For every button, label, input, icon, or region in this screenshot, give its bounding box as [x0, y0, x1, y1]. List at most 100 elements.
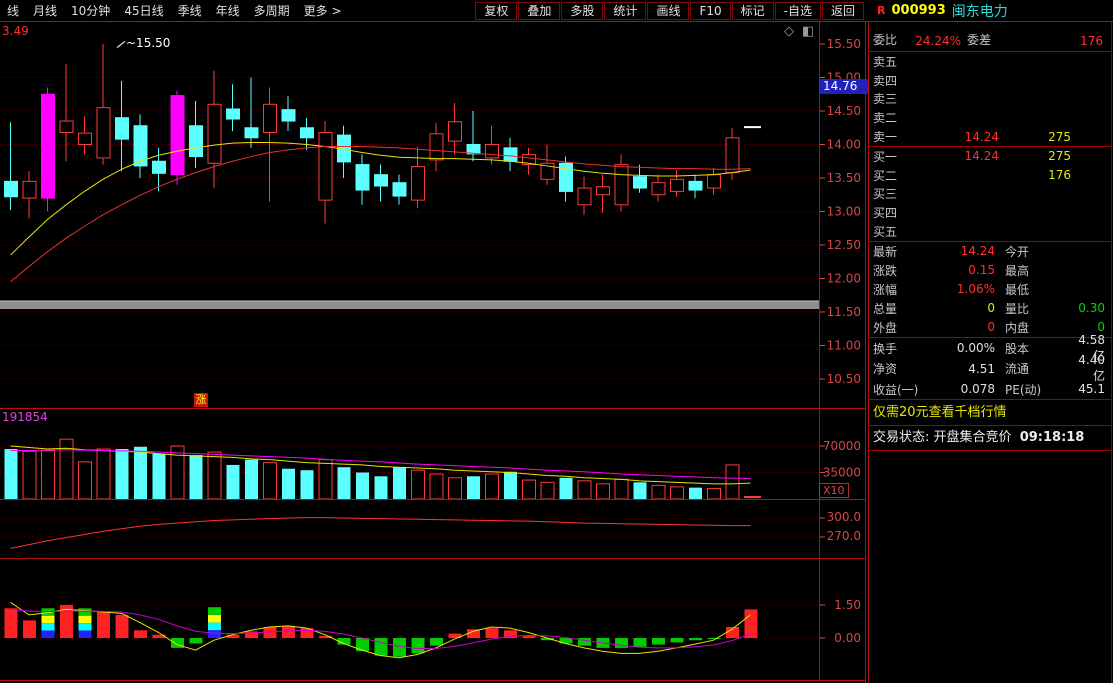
- menu-item[interactable]: 多周期: [247, 4, 297, 18]
- volume-bar: [449, 478, 462, 499]
- stat-value: 0.15: [917, 263, 995, 277]
- macd-bar: [190, 638, 203, 644]
- volume-bar: [134, 447, 147, 499]
- macd-bar-rainbow: [208, 607, 221, 615]
- pane-split-icon[interactable]: ◧: [802, 25, 814, 38]
- volume-bar: [689, 488, 702, 499]
- axis-label: 12.50: [827, 238, 861, 252]
- buy-level-row: 买二 176: [869, 166, 1111, 185]
- toolbar-button[interactable]: 叠加: [518, 2, 560, 20]
- volume-bar: [208, 452, 221, 499]
- top-menu-bar: 线月线10分钟45日线季线年线多周期更多 > 复权叠加多股统计画线F10标记-自…: [0, 0, 1113, 22]
- stat-value: 45.1: [1067, 382, 1111, 396]
- toolbar-button[interactable]: -自选: [775, 2, 821, 20]
- fundamental-stats: 换手0.00%股本4.58亿净资4.51流通4.40亿收益(一)0.078PE(…: [869, 338, 1111, 401]
- menu-item[interactable]: 45日线: [117, 4, 170, 18]
- stat-value: 0: [917, 301, 995, 315]
- volume-bar: [504, 472, 517, 499]
- axis-label: 10.50: [827, 372, 861, 386]
- toolbar-button[interactable]: F10: [690, 2, 730, 20]
- macd-bar: [412, 638, 425, 653]
- volume-bar: [319, 460, 332, 499]
- sell-level-row: 卖一14.24275: [869, 127, 1111, 146]
- macd-bar: [486, 628, 499, 638]
- macd-bar: [5, 608, 18, 638]
- weibi-row: 委比 24.24% 委差 176: [869, 22, 1111, 52]
- level-volume: 176: [999, 168, 1071, 182]
- candle: [153, 161, 166, 173]
- fundamental-row: 净资4.51流通4.40亿: [869, 358, 1111, 379]
- level-label: 买一: [869, 148, 911, 165]
- toolbar-button[interactable]: 返回: [822, 2, 864, 20]
- sell-level-row: 卖五: [869, 52, 1111, 71]
- volume-bar: [615, 479, 628, 499]
- candle: [264, 104, 277, 132]
- macd-bar: [375, 638, 388, 656]
- current-price-tag: 14.76: [820, 79, 868, 94]
- chart-area: 15.5015.0014.5014.0013.5013.0012.5012.00…: [0, 22, 868, 683]
- menu-item[interactable]: 月线: [26, 4, 64, 18]
- candle: [190, 126, 203, 157]
- menu-item[interactable]: 季线: [171, 4, 209, 18]
- axis-label: 13.00: [827, 205, 861, 219]
- candle: [726, 138, 739, 173]
- volume-indicator-value: 191854: [2, 411, 48, 423]
- menu-item[interactable]: 10分钟: [64, 4, 117, 18]
- toolbar-button[interactable]: 统计: [604, 2, 646, 20]
- stat-value: 4.51: [929, 362, 995, 376]
- axis-label: 70000: [823, 439, 861, 453]
- macd-bar-rainbow: [42, 623, 55, 630]
- macd-bar: [116, 615, 129, 638]
- toolbar-button[interactable]: 多股: [561, 2, 603, 20]
- level-label: 买四: [869, 204, 911, 221]
- candle: [227, 109, 240, 119]
- volume-bar: [560, 478, 573, 499]
- quote-row: 涨跌0.15最高: [869, 261, 1111, 280]
- volume-bar: [726, 465, 739, 499]
- volume-bar: [412, 470, 425, 499]
- pane-splitter[interactable]: [0, 301, 820, 309]
- candle: [375, 175, 388, 186]
- quote-row: 总量0量比0.30: [869, 299, 1111, 318]
- macd-bar: [134, 630, 147, 638]
- fundamental-row: 收益(一)0.078PE(动)45.1: [869, 379, 1111, 400]
- volume-bar: [282, 469, 295, 499]
- high-price-annotation: ~15.50: [126, 37, 170, 49]
- menu-item[interactable]: 更多 >: [297, 4, 349, 18]
- stat-value: 1.06%: [917, 282, 995, 296]
- macd-bar: [708, 638, 721, 639]
- macd-bar-rainbow: [79, 608, 92, 615]
- diamond-icon[interactable]: ◇: [784, 25, 794, 38]
- level2-promo-link[interactable]: 仅需20元查看千档行情: [869, 400, 1111, 426]
- buy-level-row: 买四: [869, 203, 1111, 222]
- macd-bar-rainbow: [79, 631, 92, 638]
- stat-value: 0.078: [929, 382, 995, 396]
- buy-level-row: 买一14.24275: [869, 147, 1111, 166]
- volume-bar: [523, 480, 536, 499]
- rise-signal-badge: 涨: [194, 393, 208, 407]
- candle: [708, 175, 721, 188]
- level-label: 买二: [869, 167, 911, 184]
- candle: [393, 183, 406, 196]
- axis-label: 13.50: [827, 171, 861, 185]
- weibi-value: 24.24%: [897, 34, 961, 48]
- volume-bar: [245, 460, 258, 499]
- axis-label: 300.0: [827, 510, 861, 524]
- toolbar-button[interactable]: 画线: [647, 2, 689, 20]
- volume-bar: [486, 474, 499, 499]
- macd-bar: [745, 609, 758, 638]
- kline-chart: 15.5015.0014.5014.0013.5013.0012.5012.00…: [0, 22, 868, 683]
- stat-label: 收益(一): [869, 381, 929, 398]
- menu-item[interactable]: 线: [0, 4, 26, 18]
- menu-item[interactable]: 年线: [209, 4, 247, 18]
- toolbar-button[interactable]: 复权: [475, 2, 517, 20]
- macd-bar: [282, 626, 295, 638]
- toolbar-button[interactable]: 标记: [732, 2, 774, 20]
- indicator2-line: [11, 518, 751, 549]
- volume-bar: [708, 488, 721, 499]
- axis-label: 0.00: [834, 631, 861, 645]
- level-label: 卖五: [869, 53, 911, 70]
- level-label: 卖二: [869, 109, 911, 126]
- axis-label: 11.50: [827, 305, 861, 319]
- volume-bar: [467, 476, 480, 499]
